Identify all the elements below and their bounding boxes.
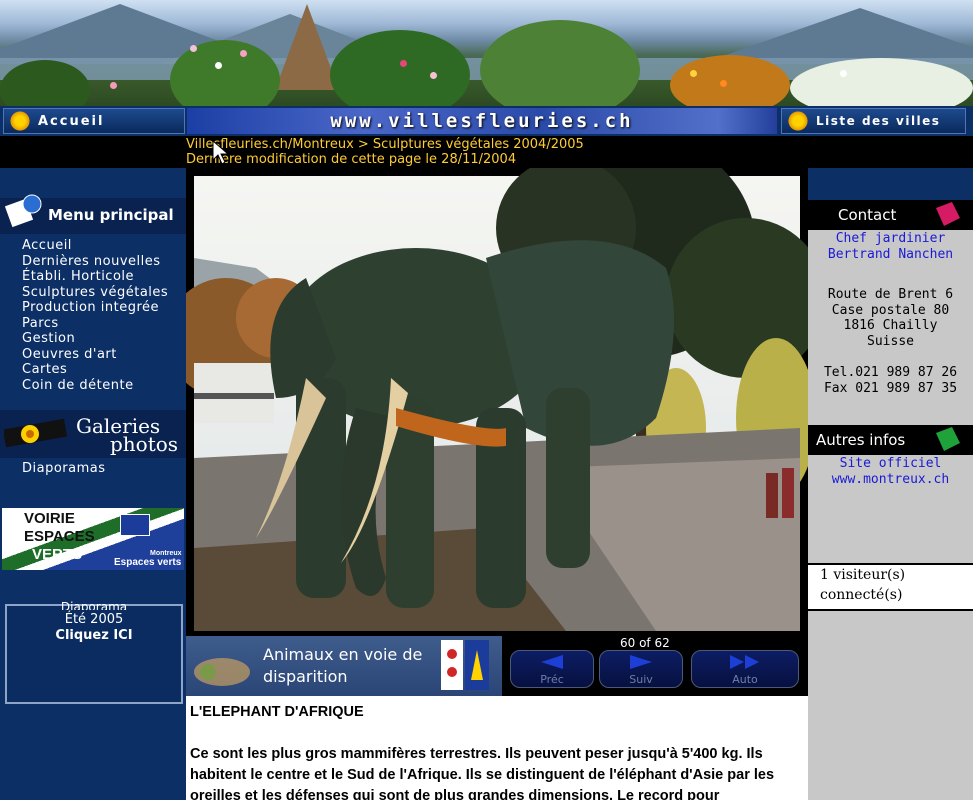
- category-caption: Animaux en voie de disparition: [263, 645, 423, 686]
- voirie-line3: VERTS: [32, 546, 83, 563]
- article-title: L'ELEPHANT D'AFRIQUE: [190, 704, 364, 720]
- contact-address-2: Case postale 80: [831, 303, 950, 318]
- next-button[interactable]: Suiv: [599, 650, 683, 688]
- elephant-sculpture-photo: [186, 168, 808, 636]
- menu-title: Menu principal: [48, 206, 174, 224]
- top-navigation: Accueil www.villesfleuries.ch Liste des …: [0, 106, 973, 136]
- menu-item-accueil[interactable]: Accueil: [22, 238, 72, 253]
- voirie-espaces-verts-banner[interactable]: VOIRIE ESPACES VERTS Montreux Espaces ve…: [2, 508, 184, 570]
- elephant-photo-illustration: [186, 168, 808, 631]
- breadcrumb[interactable]: Villesfleuries.ch/Montreux > Sculptures …: [186, 137, 584, 152]
- menu-item-gestion[interactable]: Gestion: [22, 331, 75, 346]
- voirie-town: Montreux: [150, 550, 182, 557]
- menu-item-parcs[interactable]: Parcs: [22, 316, 59, 331]
- coat-of-arms-icon: [441, 640, 489, 690]
- slide-counter: 60 of 62: [620, 636, 670, 650]
- sunflower-icon: [788, 111, 808, 131]
- diapo-season: Été 2005: [64, 612, 124, 627]
- visitor-counter: 1 visiteur(s) connecté(s): [808, 563, 973, 611]
- home-button[interactable]: Accueil: [3, 108, 185, 134]
- contact-address-4: Suisse: [867, 334, 914, 349]
- city-list-button[interactable]: Liste des villes: [781, 108, 966, 134]
- globe-book-icon: [4, 194, 42, 228]
- category-caption-box: Animaux en voie de disparition: [186, 636, 502, 696]
- menu-item-sculptures[interactable]: Sculptures végétales: [22, 285, 168, 300]
- green-book-icon: [936, 427, 960, 451]
- gallery-title-2: photos: [110, 432, 179, 456]
- fast-forward-icon: [730, 655, 759, 669]
- gallery-header: Galeries photos: [0, 410, 186, 458]
- gallery-control-bar: Animaux en voie de disparition 60 of 62 …: [186, 636, 808, 696]
- contact-address-3: 1816 Chailly: [843, 318, 938, 333]
- sunflower-icon: [10, 111, 30, 131]
- previous-label: Préc: [540, 673, 564, 686]
- menu-item-etabli[interactable]: Établi. Horticole: [22, 269, 134, 284]
- infos-header: Autres infos: [808, 425, 973, 455]
- previous-button[interactable]: Préc: [510, 650, 594, 688]
- menu-item-cartes[interactable]: Cartes: [22, 362, 67, 377]
- next-label: Suiv: [629, 673, 653, 686]
- header-banner-image: [0, 0, 973, 106]
- menu-item-diaporamas[interactable]: Diaporamas: [22, 461, 106, 476]
- diaporama-promo[interactable]: Diaporama Été 2005 Cliquez ICI: [5, 600, 183, 704]
- contact-address-1: Route de Brent 6: [827, 287, 954, 302]
- arrow-left-icon: [541, 655, 563, 669]
- contact-header: Contact: [808, 200, 973, 230]
- right-sidebar: Contact Chef jardinier Bertrand Nanchen …: [808, 168, 973, 800]
- visitor-status: connecté(s): [820, 587, 903, 603]
- flower-film-icon: [4, 418, 68, 448]
- auto-label: Auto: [732, 673, 758, 686]
- official-site-link[interactable]: www.montreux.ch: [808, 472, 973, 487]
- menu-item-oeuvres[interactable]: Oeuvres d'art: [22, 347, 117, 362]
- slideshow-navigation: 60 of 62 Préc Suiv Auto: [502, 636, 808, 696]
- montreux-coat-of-arms-icon: [120, 514, 150, 536]
- site-title-link[interactable]: www.villesfleuries.ch: [187, 108, 777, 134]
- menu-item-nouvelles[interactable]: Dernières nouvelles: [22, 254, 161, 269]
- contact-tel: Tel.021 989 87 26: [823, 365, 958, 380]
- pink-book-icon: [936, 202, 960, 226]
- article-body: Ce sont les plus gros mammifères terrest…: [190, 746, 775, 800]
- left-sidebar: Menu principal Accueil Dernières nouvell…: [0, 168, 186, 800]
- arrow-right-icon: [630, 655, 652, 669]
- menu-item-detente[interactable]: Coin de détente: [22, 378, 134, 393]
- voirie-line1: VOIRIE: [24, 510, 75, 527]
- visitor-count: 1 visiteur(s): [820, 567, 906, 583]
- official-site-label[interactable]: Site officiel: [808, 456, 973, 471]
- voirie-line2: ESPACES: [24, 528, 95, 545]
- contact-role: Chef jardinier: [835, 231, 946, 246]
- auto-play-button[interactable]: Auto: [691, 650, 799, 688]
- home-button-label: Accueil: [38, 113, 105, 129]
- breadcrumb-bar: Villesfleuries.ch/Montreux > Sculptures …: [0, 136, 973, 168]
- flower-logo-icon: [194, 658, 250, 686]
- infos-title: Autres infos: [816, 431, 906, 449]
- diapo-partial-text: Diaporama: [60, 600, 128, 610]
- mouse-cursor-icon: [212, 140, 230, 165]
- contact-name[interactable]: Bertrand Nanchen: [808, 247, 973, 262]
- diapo-cta[interactable]: Cliquez ICI: [7, 628, 181, 643]
- menu-header: Menu principal: [0, 194, 186, 234]
- article: L'ELEPHANT D'AFRIQUE Ce sont les plus gr…: [190, 702, 810, 800]
- menu-item-production[interactable]: Production integrée: [22, 300, 159, 315]
- voirie-caption: Espaces verts: [114, 557, 182, 568]
- city-list-label: Liste des villes: [816, 114, 941, 128]
- contact-title: Contact: [838, 206, 897, 224]
- contact-fax: Fax 021 989 87 35: [823, 381, 958, 396]
- last-modified-text: Dernière modification de cette page le 2…: [186, 152, 517, 167]
